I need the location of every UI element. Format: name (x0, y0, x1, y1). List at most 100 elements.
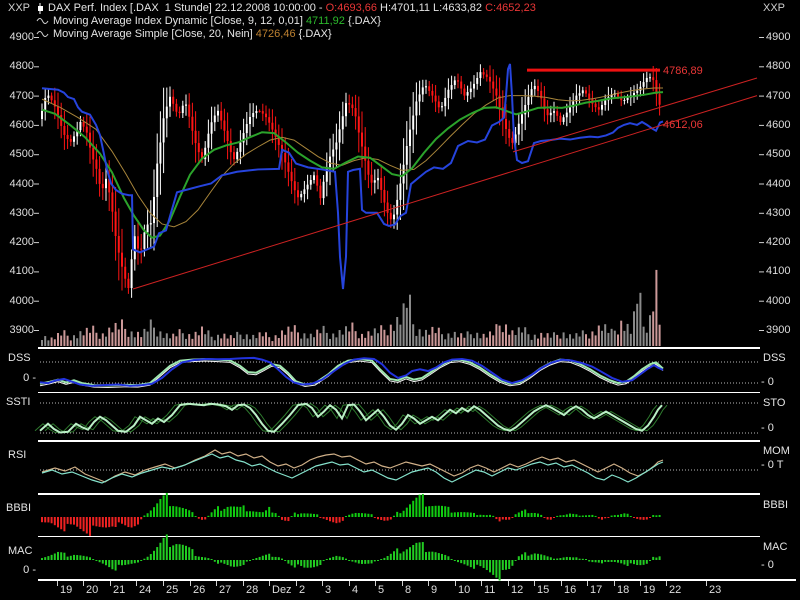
y-tick (34, 213, 39, 214)
ma-simple-value: 4726,46 (256, 28, 296, 40)
bbbi-bar (108, 517, 110, 527)
mac-bar (447, 556, 449, 560)
candle-body (223, 121, 225, 131)
workspace-label-right: XXP (763, 2, 785, 14)
bbbi-bar (262, 512, 264, 517)
x-axis-label: 24 (139, 584, 151, 596)
x-tick (269, 581, 270, 586)
volume-bar (284, 335, 286, 346)
bbbi-bar (540, 515, 542, 517)
bbbi-bar (303, 513, 305, 517)
volume-bar (217, 335, 219, 346)
x-axis-label: 27 (219, 584, 231, 596)
candle-body (345, 103, 347, 116)
volume-bar (89, 333, 91, 346)
bbbi-bar (543, 517, 545, 518)
volume-bar (399, 325, 401, 346)
volume-bar (252, 335, 254, 346)
candle-body (182, 106, 184, 113)
bbbi-bar (271, 513, 273, 517)
candle-body (179, 112, 181, 113)
chart-canvas[interactable] (0, 0, 800, 600)
volume-bar (211, 337, 213, 346)
volume-bar (73, 335, 75, 346)
candle-body (111, 192, 113, 211)
volume-bar (550, 338, 552, 346)
wave-icon (36, 16, 49, 26)
x-tick (163, 581, 164, 586)
y-axis-label: 4300 (766, 207, 790, 219)
volume-bar (569, 334, 571, 346)
bbbi-bar (355, 513, 357, 517)
bbbi-bar (412, 501, 414, 517)
volume-bar (278, 338, 280, 346)
volume-bar (422, 336, 424, 346)
mac-bar (553, 559, 555, 560)
candle-body (211, 122, 213, 133)
bbbi-bar (377, 517, 379, 519)
candle-body (230, 141, 232, 152)
volume-bar (204, 334, 206, 346)
mac-bar (159, 543, 161, 560)
candle-body (265, 114, 267, 118)
y-axis-label: 4800 (0, 60, 34, 72)
candle-body (86, 127, 88, 133)
mac-bar (342, 557, 344, 560)
mac-bar (387, 556, 389, 560)
wave-icon (36, 29, 49, 39)
mac-bar (44, 557, 46, 560)
panel-label-dss-left: DSS (8, 352, 31, 364)
candle-body (489, 77, 491, 82)
bbbi-bar (566, 514, 568, 517)
mac-bar (86, 557, 88, 561)
mac-bar (92, 559, 94, 560)
mac-bar (364, 560, 366, 564)
y-tick (759, 125, 764, 126)
volume-bar (300, 339, 302, 346)
volume-bar (271, 341, 273, 346)
candle-body (367, 161, 369, 175)
candle-body (342, 116, 344, 129)
volume-bar (115, 323, 117, 346)
x-axis-label: 26 (193, 584, 205, 596)
candle-body (643, 82, 645, 87)
y-tick (759, 37, 764, 38)
mac-bar (604, 560, 606, 562)
candle-body (127, 279, 129, 288)
candle-body (92, 148, 94, 160)
candle-body (323, 182, 325, 198)
candle-body (383, 190, 385, 203)
candle-body (566, 113, 568, 118)
mac-bar (294, 560, 296, 567)
y-axis-label: 4000 (766, 295, 790, 307)
mac-bar (470, 560, 472, 567)
mac-bar (559, 558, 561, 560)
mac-bar (147, 557, 149, 560)
mac-bar (489, 560, 491, 572)
candle-body (447, 90, 449, 98)
bbbi-bar (531, 513, 533, 517)
volume-bar (249, 339, 251, 346)
bbbi-bar (95, 517, 97, 526)
bbbi-bar (441, 506, 443, 517)
mac-bar (172, 545, 174, 560)
volume-bar (358, 338, 360, 346)
mac-bar (419, 542, 421, 560)
mac-bar (102, 560, 104, 564)
volume-bar (310, 334, 312, 346)
ma-simple-suffix: {.DAX} (296, 28, 332, 40)
candle-body (246, 124, 248, 133)
bbbi-bar (342, 517, 344, 521)
volume-bar (156, 336, 158, 346)
bbbi-bar (559, 515, 561, 517)
volume-bar (179, 329, 181, 346)
mac-bar (588, 560, 590, 562)
volume-bar (111, 332, 113, 346)
bbbi-bar (425, 507, 427, 517)
volume-bar (367, 331, 369, 346)
candle-body (463, 89, 465, 96)
mac-bar (358, 560, 360, 564)
mac-bar (163, 538, 165, 560)
volume-bar (220, 338, 222, 346)
mac-bar (345, 559, 347, 560)
